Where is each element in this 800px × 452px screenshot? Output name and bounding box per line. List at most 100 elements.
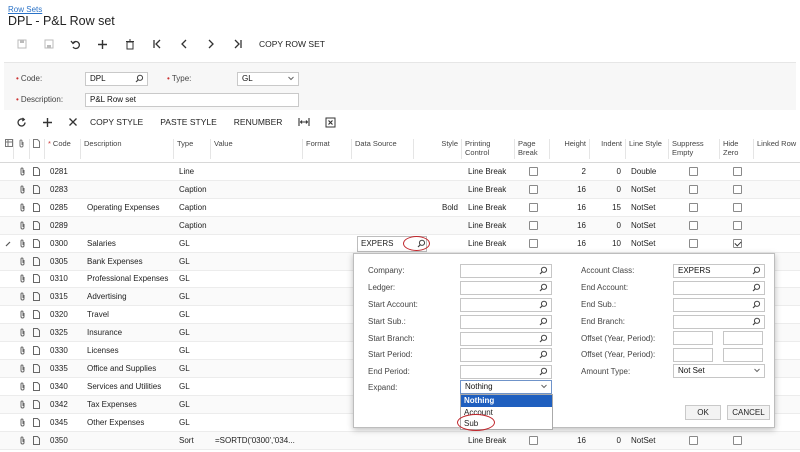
suppress-empty-checkbox[interactable] [689, 238, 698, 248]
note-icon[interactable] [33, 288, 43, 306]
row-indent[interactable]: 0 [591, 163, 621, 181]
end-sub-field[interactable] [673, 298, 765, 312]
add-row-icon[interactable] [34, 114, 60, 130]
attachment-icon[interactable] [19, 163, 29, 181]
amount-type-select[interactable]: Not Set [673, 364, 765, 378]
page-break-checkbox[interactable] [529, 184, 538, 194]
end-period-field[interactable] [460, 365, 552, 379]
row-printing-control[interactable]: Line Break [468, 199, 516, 217]
row-indent[interactable]: 10 [591, 235, 621, 253]
row-type[interactable]: GL [179, 378, 213, 396]
row-height[interactable]: 2 [556, 163, 586, 181]
row-line-style[interactable]: NotSet [631, 235, 669, 253]
row-description[interactable]: Advertising [87, 288, 177, 306]
expand-option-nothing[interactable]: Nothing [461, 395, 552, 407]
column-style[interactable]: Style [415, 139, 462, 159]
suppress-empty-checkbox[interactable] [689, 220, 698, 230]
note-icon[interactable] [33, 396, 43, 414]
column-line-style[interactable]: Line Style [627, 139, 669, 159]
hide-zero-checkbox[interactable] [733, 167, 742, 176]
row-type[interactable]: GL [179, 288, 213, 306]
type-select[interactable]: GL [237, 72, 299, 86]
column-description[interactable]: Description [82, 139, 174, 159]
row-description[interactable]: Professional Expenses [87, 270, 177, 288]
row-code[interactable]: 0281 [50, 163, 84, 181]
row-type[interactable]: GL [179, 253, 213, 271]
row-type[interactable]: GL [179, 324, 213, 342]
start-branch-field[interactable] [460, 332, 552, 346]
table-row[interactable]: 0300 Salaries GL EXPERS Line Break 16 10 NotSet [0, 235, 800, 253]
row-code[interactable]: 0320 [50, 306, 84, 324]
delete-icon[interactable] [116, 36, 143, 52]
row-code[interactable]: 0315 [50, 288, 84, 306]
row-type[interactable]: GL [179, 235, 213, 253]
search-icon[interactable] [135, 74, 144, 87]
row-indent[interactable]: 15 [591, 199, 621, 217]
attachment-icon[interactable] [19, 432, 29, 450]
note-icon[interactable] [33, 163, 43, 181]
column-data-source[interactable]: Data Source [353, 139, 414, 159]
row-type[interactable]: Sort [179, 432, 213, 450]
row-code[interactable]: 0335 [50, 360, 84, 378]
row-height[interactable]: 16 [556, 199, 586, 217]
column-hide-zero[interactable]: Hide Zero [721, 139, 754, 159]
column-code[interactable]: * Code [46, 139, 81, 159]
note-icon[interactable] [33, 342, 43, 360]
row-type[interactable]: GL [179, 396, 213, 414]
table-row[interactable]: 0285 Operating Expenses Caption Bold Line Br… [0, 199, 800, 217]
attachment-icon[interactable] [19, 235, 29, 253]
column-format[interactable]: Format [304, 139, 352, 159]
row-type[interactable]: GL [179, 342, 213, 360]
row-value[interactable] [215, 199, 303, 217]
row-code[interactable]: 0289 [50, 217, 84, 235]
row-description[interactable]: Bank Expenses [87, 253, 177, 271]
search-icon[interactable] [752, 300, 761, 313]
attachment-icon[interactable] [19, 396, 29, 414]
note-icon[interactable] [33, 217, 43, 235]
row-type[interactable]: Caption [179, 181, 213, 199]
note-icon[interactable] [33, 235, 43, 253]
row-code[interactable]: 0330 [50, 342, 84, 360]
row-type[interactable]: GL [179, 414, 213, 432]
search-icon[interactable] [539, 300, 548, 313]
suppress-empty-checkbox[interactable] [689, 184, 698, 194]
attachment-icon[interactable] [19, 306, 29, 324]
expand-select[interactable]: Nothing [460, 380, 552, 394]
column-indent[interactable]: Indent [591, 139, 626, 159]
row-description[interactable]: Tax Expenses [87, 396, 177, 414]
row-height[interactable]: 16 [556, 181, 586, 199]
attachment-icon[interactable] [19, 181, 29, 199]
hide-zero-checkbox[interactable] [733, 435, 742, 445]
row-description[interactable] [87, 217, 177, 235]
row-value[interactable] [215, 253, 303, 271]
attachment-icon[interactable] [19, 324, 29, 342]
row-code[interactable]: 0300 [50, 235, 84, 253]
copy-style-button[interactable]: COPY STYLE [90, 117, 143, 127]
attachment-icon[interactable] [19, 288, 29, 306]
attachment-icon[interactable] [19, 199, 29, 217]
search-icon[interactable] [539, 334, 548, 347]
last-record-icon[interactable] [224, 36, 251, 52]
column-type[interactable]: Type [175, 139, 211, 159]
end-account-field[interactable] [673, 281, 765, 295]
row-style[interactable] [418, 432, 458, 450]
row-description[interactable]: Travel [87, 306, 177, 324]
row-style[interactable]: Bold [418, 199, 458, 217]
column-printing-control[interactable]: Printing Control [463, 139, 515, 159]
page-break-checkbox[interactable] [529, 220, 538, 230]
row-code[interactable]: 0310 [50, 270, 84, 288]
row-type[interactable]: Caption [179, 199, 213, 217]
page-break-checkbox[interactable] [529, 435, 538, 445]
row-value[interactable] [215, 396, 303, 414]
column-value[interactable]: Value [212, 139, 303, 159]
search-icon[interactable] [752, 283, 761, 296]
attachment-icon[interactable] [19, 217, 29, 235]
suppress-empty-checkbox[interactable] [689, 202, 698, 212]
table-row[interactable]: 0289 Caption Line Break 16 0 NotSet [0, 216, 800, 235]
offset-end-period-field[interactable] [723, 348, 763, 362]
row-description[interactable] [87, 432, 177, 450]
undo-icon[interactable] [62, 36, 89, 52]
note-icon[interactable] [33, 270, 43, 288]
account-class-field[interactable]: EXPERS [673, 264, 765, 278]
breadcrumb[interactable]: Row Sets [8, 5, 42, 14]
